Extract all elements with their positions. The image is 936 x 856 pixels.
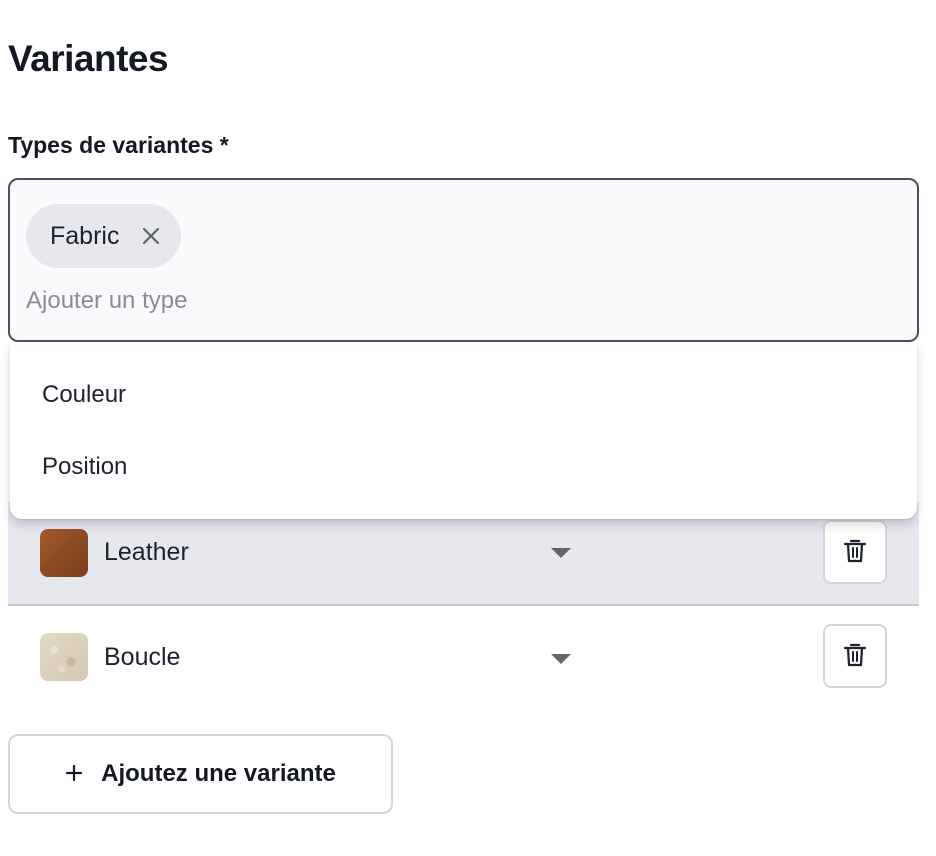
- caret-down-icon[interactable]: [551, 548, 571, 558]
- delete-variant-button[interactable]: [823, 520, 887, 584]
- type-chip-label: Fabric: [50, 221, 120, 250]
- trash-icon: [843, 538, 867, 567]
- dropdown-option-position[interactable]: Position: [42, 453, 127, 481]
- variant-types-field[interactable]: Fabric: [8, 178, 919, 342]
- type-options-dropdown: Couleur Position: [10, 343, 917, 519]
- add-type-input[interactable]: [26, 284, 626, 318]
- variant-name: Boucle: [104, 643, 181, 671]
- type-chip-fabric: Fabric: [26, 204, 182, 268]
- variant-name: Leather: [104, 538, 189, 566]
- dropdown-option-couleur[interactable]: Couleur: [42, 381, 126, 409]
- caret-down-icon[interactable]: [551, 654, 571, 664]
- section-title: Variantes: [8, 38, 169, 79]
- add-variant-button[interactable]: Ajoutez une variante: [8, 734, 393, 814]
- plus-icon: [65, 764, 83, 785]
- variant-types-label: Types de variantes *: [8, 132, 229, 158]
- close-icon[interactable]: [141, 226, 161, 246]
- variant-swatch: [40, 529, 88, 577]
- add-variant-label: Ajoutez une variante: [101, 760, 336, 787]
- variant-row-boucle: Boucle: [8, 606, 919, 710]
- delete-variant-button[interactable]: [823, 624, 887, 688]
- variant-swatch: [40, 633, 88, 681]
- trash-icon: [843, 642, 867, 671]
